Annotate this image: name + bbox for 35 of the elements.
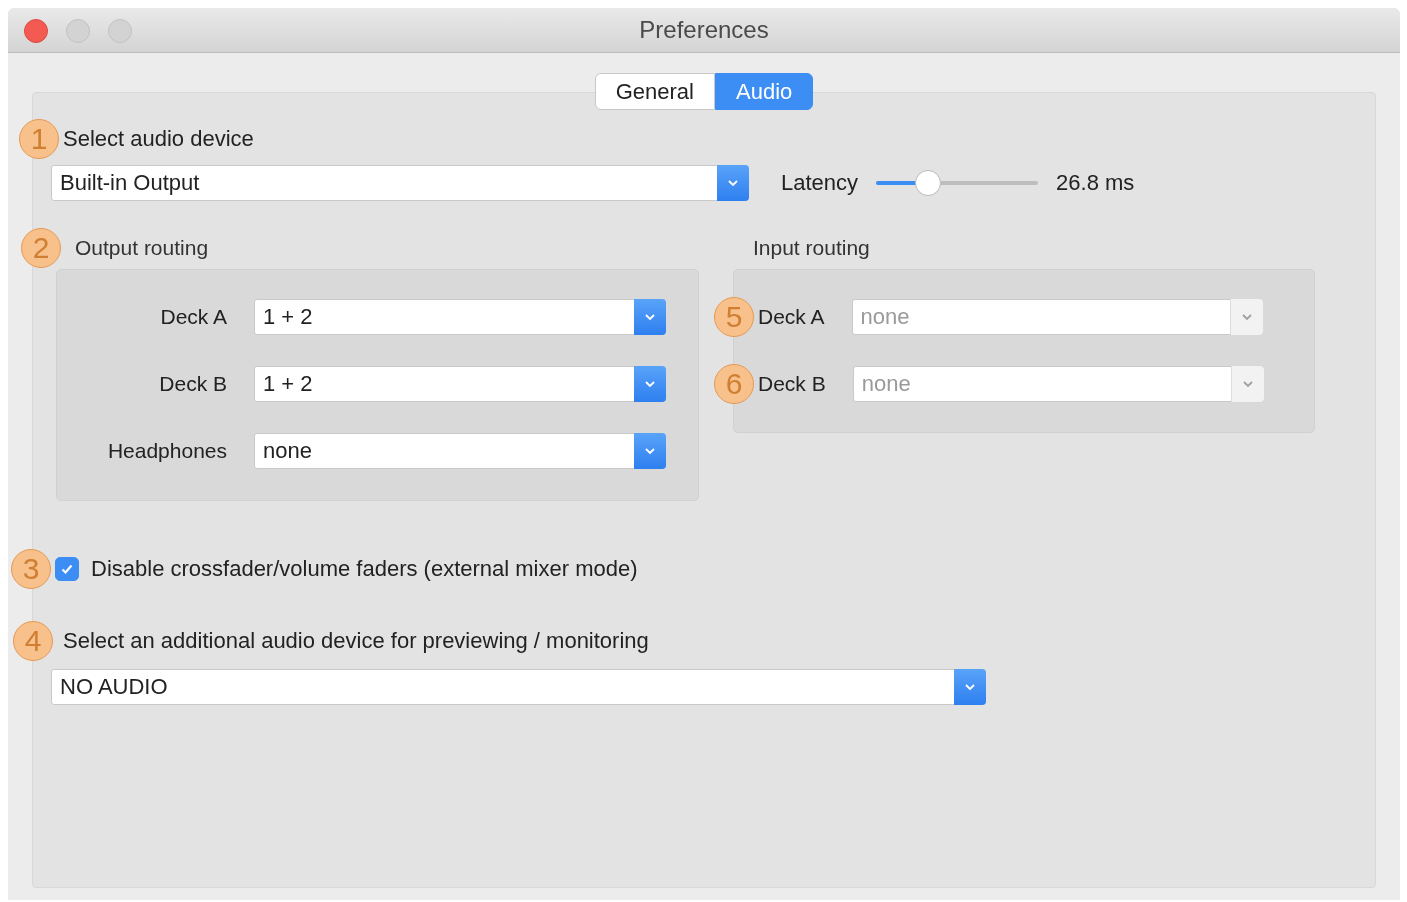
- checkbox-label: Disable crossfader/volume faders (external mixer mode): [91, 556, 638, 582]
- section-label: Select an additional audio device for previewing / monitoring: [63, 628, 649, 654]
- latency-value: 26.8 ms: [1056, 170, 1135, 196]
- dropdown[interactable]: 1 + 2: [254, 299, 666, 335]
- group-title: Output routing: [75, 236, 209, 260]
- field-label: Deck A: [758, 305, 825, 329]
- chevron-down-icon: [727, 179, 739, 187]
- chevron-down-icon: [644, 447, 656, 455]
- group-title: Input routing: [753, 236, 870, 260]
- dropdown[interactable]: none: [254, 433, 666, 469]
- callout-number: 5: [714, 297, 754, 337]
- callout-number: 1: [19, 119, 59, 159]
- chevron-down-icon: [644, 380, 656, 388]
- tab[interactable]: General: [594, 73, 715, 110]
- close-button[interactable]: [24, 19, 48, 43]
- latency-slider[interactable]: [876, 170, 1039, 196]
- field-label: Deck A: [159, 305, 227, 329]
- window-title: Preferences: [639, 16, 769, 44]
- callout-number: 4: [13, 621, 53, 661]
- chevron-down-icon: [1241, 380, 1254, 388]
- chevron-down-icon: [644, 313, 656, 321]
- chevron-down-icon: [1240, 313, 1253, 321]
- section-label: Select audio device: [63, 126, 254, 152]
- field-label: Deck B: [758, 372, 826, 396]
- checkbox[interactable]: [55, 557, 79, 581]
- field-label: Headphones: [106, 439, 227, 463]
- dropdown[interactable]: Built-in Output: [51, 165, 749, 201]
- dropdown[interactable]: NO AUDIO: [51, 669, 986, 705]
- field-label: Deck B: [158, 372, 227, 396]
- dropdown[interactable]: 1 + 2: [254, 366, 666, 402]
- chevron-down-icon: [964, 683, 976, 691]
- latency-label: Latency: [781, 170, 859, 196]
- callout-number: 2: [21, 228, 61, 268]
- callout-number: 3: [11, 549, 51, 589]
- callout-number: 6: [714, 364, 754, 404]
